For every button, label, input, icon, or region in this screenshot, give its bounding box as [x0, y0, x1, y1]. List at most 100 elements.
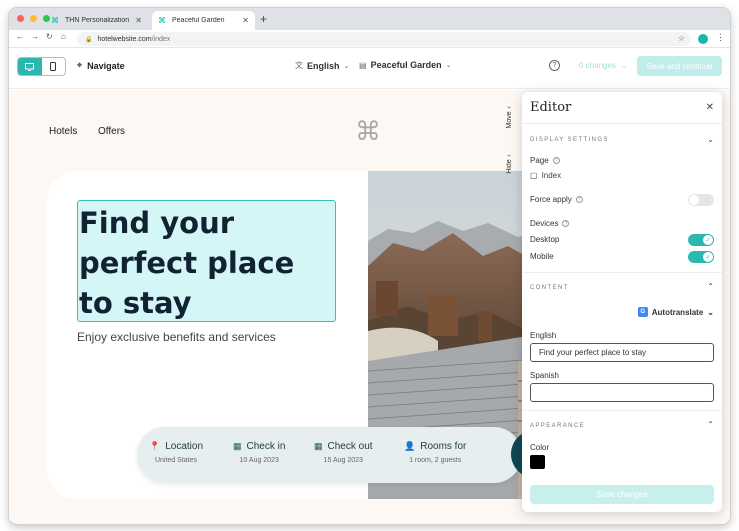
spanish-label: Spanish — [530, 371, 559, 380]
page-value: ▢ Index — [530, 171, 561, 180]
chevron-up-icon[interactable]: ⌃ — [707, 420, 714, 429]
force-apply-toggle[interactable] — [688, 194, 714, 206]
address-bar[interactable]: 🔒 hotelwebsite.com/index ☆ — [77, 32, 691, 46]
move-tab[interactable]: Move ‹ — [506, 106, 513, 128]
booking-rooms-label: Rooms for — [420, 441, 467, 452]
new-tab-button[interactable]: + — [260, 12, 267, 26]
chevron-icon: › — [506, 154, 513, 157]
desktop-view-button[interactable] — [18, 58, 42, 75]
browser-toolbar: ← → ↻ ⌂ 🔒 hotelwebsite.com/index ☆ ⋮ — [9, 30, 730, 48]
browser-tab-thn[interactable]: ⌘ THN Personalization ✕ — [45, 11, 148, 30]
booking-check-in-value: 10 Aug 2023 — [239, 457, 279, 464]
hero-title[interactable]: Find your perfect place to stay — [77, 200, 336, 322]
color-swatch[interactable] — [530, 455, 545, 469]
app-header: ⌖ Navigate 文 English ⌄ ▤ Peaceful Garden… — [9, 49, 730, 89]
booking-rooms[interactable]: 👤 Rooms for 1 room, 2 guests — [404, 441, 466, 464]
mobile-view-button[interactable] — [42, 58, 66, 75]
save-changes-button[interactable]: Save changes — [530, 485, 714, 504]
booking-check-out-value: 15 Aug 2023 — [323, 457, 363, 464]
editor-panel: Editor ✕ DISPLAY SETTINGS ⌄ Page ? ▢ Ind… — [522, 92, 722, 512]
changes-dropdown[interactable]: 0 changes ⌄ — [579, 61, 628, 70]
site-logo[interactable]: ⌘ — [355, 116, 381, 147]
kebab-menu-icon[interactable]: ⋮ — [716, 32, 725, 43]
help-icon[interactable]: ? — [552, 157, 560, 164]
menu-link-hotels[interactable]: Hotels — [49, 126, 77, 137]
english-text-input[interactable]: Find your perfect place to stay — [530, 343, 714, 362]
booking-rooms-value: 1 room, 2 guests — [409, 457, 462, 464]
chevron-down-icon: ⌄ — [707, 307, 714, 317]
tab-strip: ⌘ THN Personalization ✕ ⌘ Peaceful Garde… — [9, 8, 730, 30]
close-icon[interactable]: ✕ — [706, 102, 714, 113]
desktop-toggle[interactable]: ✓ — [688, 234, 714, 246]
move-label: Move — [506, 111, 513, 129]
force-apply-text: Force apply — [530, 195, 572, 204]
chevron-up-icon[interactable]: ⌃ — [707, 282, 714, 291]
spanish-text-input[interactable] — [530, 383, 714, 402]
booking-check-in-label: Check in — [246, 441, 286, 452]
page-value-text: Index — [541, 171, 562, 180]
back-arrow-icon[interactable]: ← — [16, 32, 24, 41]
close-window-button[interactable] — [17, 15, 24, 22]
calendar-icon: ▦ — [233, 441, 242, 451]
phone-icon — [50, 62, 57, 71]
chevron-icon: ‹ — [506, 106, 513, 109]
device-toggle-group — [17, 57, 66, 76]
pin-icon: 📍 — [149, 441, 161, 451]
browser-tab-peaceful-garden[interactable]: ⌘ Peaceful Garden ✕ — [152, 11, 255, 30]
booking-location-label: Location — [165, 441, 204, 452]
force-apply-label: Force apply ? — [530, 195, 583, 204]
autotranslate-label: Autotranslate — [651, 307, 704, 317]
minimize-window-button[interactable] — [30, 15, 37, 22]
site-value: Peaceful Garden — [370, 60, 442, 70]
appearance-title: APPEARANCE — [530, 423, 586, 429]
chevron-down-icon: ⌄ — [343, 62, 350, 70]
devices-text: Devices — [530, 219, 559, 228]
save-and-continue-button[interactable]: Save and continue — [637, 56, 722, 76]
building-icon: ▤ — [359, 60, 367, 70]
profile-avatar[interactable] — [698, 34, 708, 44]
english-label: English — [530, 331, 557, 340]
color-label: Color — [530, 443, 550, 452]
divider — [522, 272, 722, 273]
autotranslate-dropdown[interactable]: G Autotranslate ⌄ — [637, 307, 714, 317]
help-icon[interactable]: ? — [562, 220, 570, 227]
content-title: CONTENT — [530, 285, 569, 291]
help-icon[interactable]: ? — [575, 196, 583, 203]
booking-check-out[interactable]: ▦ Check out 15 Aug 2023 — [314, 441, 373, 464]
page-label: Page ? — [530, 156, 560, 165]
person-icon: 👤 — [404, 441, 416, 451]
lock-icon: 🔒 — [85, 36, 93, 43]
reload-icon[interactable]: ↻ — [46, 32, 53, 41]
mobile-toggle[interactable]: ✓ — [688, 251, 714, 263]
hide-label: Hide — [506, 159, 513, 174]
hide-tab[interactable]: Hide › — [506, 154, 513, 174]
desktop-label: Desktop — [530, 235, 560, 244]
help-icon[interactable]: ? — [549, 60, 560, 71]
close-icon[interactable]: ✕ — [242, 16, 249, 25]
site-selector[interactable]: ▤ Peaceful Garden ⌄ — [359, 60, 451, 70]
home-icon[interactable]: ⌂ — [61, 32, 66, 41]
browser-window: ⌘ THN Personalization ✕ ⌘ Peaceful Garde… — [9, 8, 730, 524]
language-selector[interactable]: 文 English ⌄ — [295, 60, 349, 71]
mobile-label: Mobile — [530, 252, 554, 261]
booking-bar: 📍 Location United States ▦ Check in 10 Aug… — [137, 427, 522, 483]
star-icon[interactable]: ☆ — [678, 34, 685, 43]
navigate-label: Navigate — [87, 60, 125, 71]
chevron-down-icon[interactable]: ⌄ — [707, 135, 714, 144]
editor-title: Editor — [530, 100, 572, 115]
forward-arrow-icon[interactable]: → — [31, 32, 39, 41]
cmd-icon: ⌘ — [158, 16, 166, 25]
url-path: /index — [151, 35, 171, 43]
booking-location[interactable]: 📍 Location United States — [149, 441, 203, 464]
cursor-click-icon: ⌖ — [77, 60, 83, 70]
navigate-button[interactable]: ⌖ Navigate — [77, 60, 125, 71]
hero-subtitle[interactable]: Enjoy exclusive benefits and services — [77, 330, 276, 344]
cmd-icon: ⌘ — [51, 16, 59, 25]
booking-location-value: United States — [155, 457, 198, 464]
close-icon[interactable]: ✕ — [135, 16, 142, 25]
calendar-icon: ▦ — [314, 441, 323, 451]
changes-label: 0 changes — [579, 61, 616, 70]
booking-check-in[interactable]: ▦ Check in 10 Aug 2023 — [233, 441, 285, 464]
menu-link-offers[interactable]: Offers — [98, 126, 125, 137]
chevron-down-icon: ⌄ — [445, 62, 452, 69]
